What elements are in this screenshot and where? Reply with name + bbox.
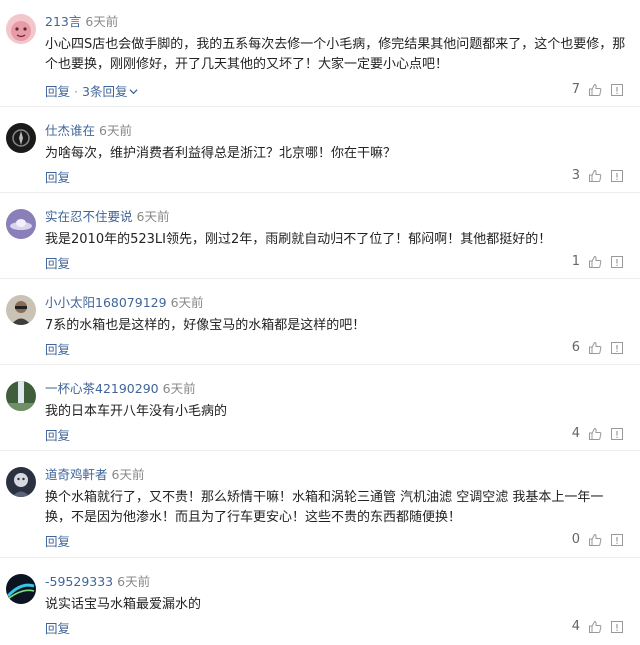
waterfall-avatar-icon[interactable]	[6, 381, 36, 411]
comment-text: 说实话宝马水箱最爱漏水的	[45, 597, 202, 612]
comment-tools: 6	[572, 339, 624, 355]
divider	[0, 278, 640, 279]
divider	[0, 192, 640, 193]
like-count: 1	[571, 253, 580, 269]
comment-text: 小心四S店也会做手脚的，我的五系每次去修一个小毛病，修完结果其他问题都来了，这个…	[45, 37, 626, 72]
username[interactable]: 道奇鸡軒者	[45, 467, 108, 482]
reply-button[interactable]: 回复	[45, 342, 70, 357]
comment-text: 我的日本车开八年没有小毛病的	[45, 404, 228, 419]
report-icon[interactable]	[610, 82, 624, 96]
report-icon[interactable]	[610, 168, 624, 182]
username[interactable]: 一杯心茶42190290	[45, 381, 159, 396]
thumbs-up-icon[interactable]	[588, 254, 602, 268]
like-count: 3	[571, 167, 580, 183]
reply-button[interactable]: 回复	[45, 621, 70, 636]
thumbs-up-icon[interactable]	[588, 82, 602, 96]
comment-text: 为啥每次，维护消费者利益得总是浙江？北京哪！你在干嘛？	[45, 146, 397, 161]
comment-tools: 4	[572, 618, 624, 634]
dark-portrait-avatar-icon[interactable]	[6, 467, 36, 497]
comment-tools: 3	[572, 167, 624, 183]
comment-actions: 回复	[45, 253, 70, 272]
timestamp: 6天前	[170, 295, 204, 310]
reply-button[interactable]: 回复	[45, 428, 70, 443]
comment-text: 换个水箱就行了，又不贵！那么矫情干嘛！水箱和涡轮三通管 汽机油滤 空调空滤 我基…	[45, 490, 604, 525]
comment-tools: 4	[572, 425, 624, 441]
like-count: 7	[571, 81, 580, 97]
timestamp: 6天前	[162, 381, 196, 396]
username[interactable]: 小小太阳168079129	[45, 295, 167, 310]
dark-emblem-avatar-icon[interactable]	[6, 123, 36, 153]
divider	[0, 364, 640, 365]
timestamp: 6天前	[85, 14, 119, 29]
thumbs-up-icon[interactable]	[588, 619, 602, 633]
comment-tools: 0	[572, 531, 624, 547]
report-icon[interactable]	[610, 532, 624, 546]
comment-meta: 213言 6天前	[45, 14, 118, 30]
timestamp: 6天前	[111, 467, 145, 482]
comment-meta: 一杯心茶42190290 6天前	[45, 381, 196, 397]
person-photo-avatar-icon[interactable]	[6, 295, 36, 325]
reply-button[interactable]: 回复	[45, 170, 70, 185]
divider	[0, 106, 640, 107]
report-icon[interactable]	[610, 619, 624, 633]
thumbs-up-icon[interactable]	[588, 426, 602, 440]
report-icon[interactable]	[610, 254, 624, 268]
light-trail-avatar-icon[interactable]	[6, 574, 36, 604]
reply-button[interactable]: 回复	[45, 84, 70, 99]
thumbs-up-icon[interactable]	[588, 340, 602, 354]
report-icon[interactable]	[610, 340, 624, 354]
separator: ·	[74, 84, 78, 99]
report-icon[interactable]	[610, 426, 624, 440]
comment-actions: 回复	[45, 618, 70, 637]
comment-actions: 回复	[45, 425, 70, 444]
username[interactable]: 213言	[45, 14, 81, 29]
comment-meta: 小小太阳168079129 6天前	[45, 295, 204, 311]
comment-text: 我是2010年的523LI领先，刚过2年，雨刷就自动归不了位了！郁闷啊！其他都挺…	[45, 232, 552, 247]
comment-meta: 道奇鸡軒者 6天前	[45, 467, 144, 483]
timestamp: 6天前	[99, 123, 132, 138]
comment-meta: -59529333 6天前	[45, 574, 150, 590]
comment-meta: 实在忍不住要说 6天前	[45, 209, 169, 225]
like-count: 4	[571, 425, 580, 441]
pink-face-avatar-icon[interactable]	[6, 14, 36, 44]
timestamp: 6天前	[117, 574, 151, 589]
comment-actions: 回复	[45, 167, 70, 186]
username[interactable]: 实在忍不住要说	[45, 209, 133, 224]
timestamp: 6天前	[136, 209, 170, 224]
comment-actions: 回复 · 3条回复	[45, 81, 138, 100]
comment-text: 7系的水箱也是这样的，好像宝马的水箱都是这样的吧！	[45, 318, 366, 333]
chevron-down-icon	[129, 84, 138, 99]
comment-actions: 回复	[45, 531, 70, 550]
like-count: 4	[571, 618, 580, 634]
divider	[0, 450, 640, 451]
comment-tools: 1	[572, 253, 624, 269]
divider	[0, 557, 640, 558]
username[interactable]: -59529333	[45, 574, 113, 589]
comment-actions: 回复	[45, 339, 70, 358]
reply-button[interactable]: 回复	[45, 256, 70, 271]
comment-tools: 7	[572, 81, 624, 97]
ufo-avatar-icon[interactable]	[6, 209, 36, 239]
like-count: 6	[571, 339, 580, 355]
thumbs-up-icon[interactable]	[588, 168, 602, 182]
like-count: 0	[571, 531, 580, 547]
username[interactable]: 仕杰谁在	[45, 123, 95, 138]
replies-count-label: 3条回复	[82, 84, 128, 99]
thumbs-up-icon[interactable]	[588, 532, 602, 546]
view-replies-button[interactable]: 3条回复	[82, 84, 138, 99]
reply-button[interactable]: 回复	[45, 534, 70, 549]
comment-meta: 仕杰谁在 6天前	[45, 123, 132, 139]
